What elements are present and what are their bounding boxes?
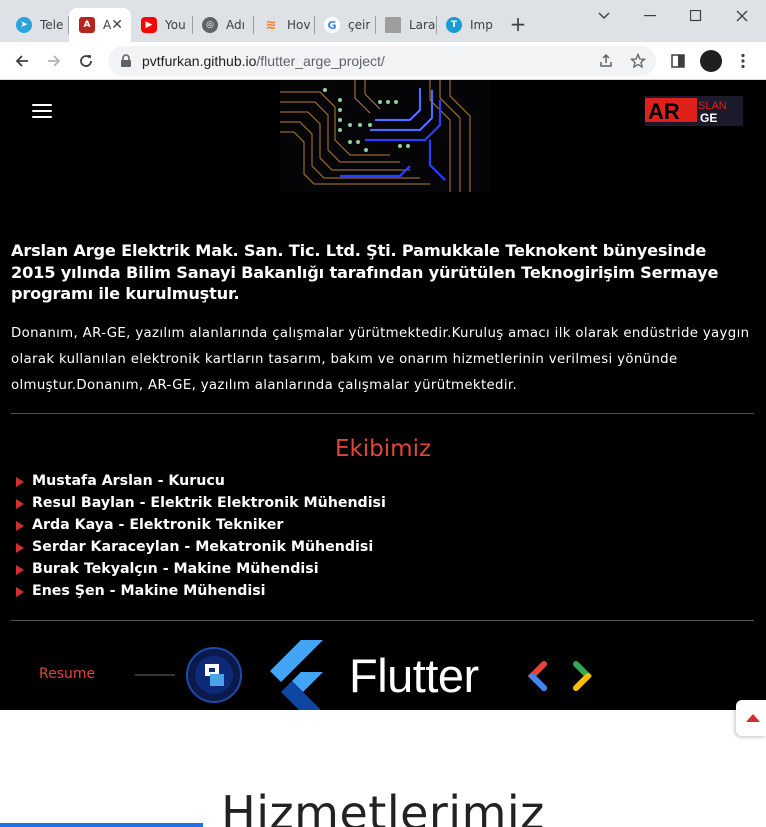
tab-arslan-arge[interactable]: A A ✕ [69, 8, 131, 42]
tab-label: Adı [226, 18, 245, 32]
bookmark-star-icon[interactable] [629, 52, 647, 73]
bullet-arrow-icon [16, 587, 24, 597]
globe-icon: ◎ [202, 17, 218, 33]
services-section-title: Hizmetlerimiz [221, 786, 545, 827]
youtube-icon: ▶ [141, 17, 157, 33]
tab-tp[interactable]: T Imp [436, 8, 496, 42]
profile-avatar[interactable] [700, 50, 722, 72]
tab-youtube[interactable]: ▶ You [131, 8, 191, 42]
university-seal-icon [186, 647, 242, 703]
tab-telegram[interactable]: ➤ Tele [6, 8, 68, 42]
side-panel-icon[interactable] [666, 49, 690, 73]
close-window-icon[interactable] [728, 4, 756, 28]
tab-label: A [103, 18, 112, 32]
share-icon[interactable] [598, 53, 614, 73]
team-member: Arda Kaya - Elektronik Tekniker [16, 515, 386, 537]
divider [11, 620, 754, 621]
team-member: Serdar Karaceylan - Mekatronik Mühendisi [16, 537, 386, 559]
logo-bottom-text: GE [700, 111, 717, 125]
url-path: /flutter_arge_project/ [256, 53, 385, 69]
tab-label: Imp [470, 18, 493, 32]
minimize-icon[interactable] [636, 4, 664, 28]
bullet-arrow-icon [16, 521, 24, 531]
new-tab-button[interactable]: + [507, 12, 529, 36]
tab-stackoverflow[interactable]: ≋ Hov [253, 8, 313, 42]
tab-label: Lara [409, 18, 435, 32]
tp-icon: T [446, 17, 462, 33]
stackoverflow-icon: ≋ [265, 17, 277, 33]
scroll-to-top-button[interactable] [736, 700, 766, 736]
hamburger-menu-icon[interactable] [32, 104, 52, 118]
tab-label: Tele [40, 18, 64, 32]
circuit-board-image [280, 80, 490, 192]
team-list: Mustafa Arslan - Kurucu Resul Baylan - E… [16, 471, 386, 603]
bullet-arrow-icon [16, 477, 24, 487]
logo-prefix: AR [648, 99, 680, 124]
team-member: Resul Baylan - Elektrik Elektronik Mühen… [16, 493, 386, 515]
bullet-arrow-icon [16, 565, 24, 575]
kebab-menu-icon[interactable] [731, 49, 755, 73]
tab-search-chevron-icon[interactable] [590, 4, 618, 28]
flutter-logo-icon [270, 640, 323, 710]
tab-label: çeir [348, 18, 371, 32]
tab-google[interactable]: G çeir [314, 8, 374, 42]
close-tab-icon[interactable]: ✕ [111, 17, 123, 33]
resume-link[interactable]: Resume [39, 666, 95, 682]
url-host: pvtfurkan.github.io [142, 53, 257, 69]
divider [11, 413, 754, 414]
separator-line [135, 674, 175, 676]
page-loading-bar [0, 823, 203, 827]
tab-label: Hov [287, 18, 311, 32]
address-bar[interactable]: pvtfurkan.github.io/flutter_arge_project… [108, 46, 656, 76]
tab-strip: ➤ Tele A A ✕ ▶ You ◎ Adı ≋ Hov G çeir La… [0, 0, 766, 42]
tab-globe[interactable]: ◎ Adı [192, 8, 252, 42]
arslan-arge-icon: A [79, 17, 95, 33]
intro-paragraph: Donanım, AR-GE, yazılım alanlarında çalı… [11, 326, 750, 393]
reload-icon[interactable] [74, 49, 98, 73]
team-member: Mustafa Arslan - Kurucu [16, 471, 386, 493]
up-arrow-icon [746, 714, 760, 722]
bullet-arrow-icon [16, 543, 24, 553]
back-arrow-icon[interactable] [10, 49, 34, 73]
about-section: AR SLAN GE Arslan Arge Elektrik Mak. San… [0, 80, 766, 710]
lock-icon[interactable] [120, 53, 132, 72]
forward-arrow-icon[interactable] [42, 49, 66, 73]
google-developers-icon [528, 661, 592, 691]
arslan-arge-logo: AR SLAN GE [645, 96, 743, 126]
bullet-arrow-icon [16, 499, 24, 509]
web-page: AR SLAN GE Arslan Arge Elektrik Mak. San… [0, 80, 766, 827]
maximize-icon[interactable] [682, 4, 710, 28]
browser-toolbar: pvtfurkan.github.io/flutter_arge_project… [0, 42, 766, 80]
tab-laravel[interactable]: Lara [375, 8, 435, 42]
intro-heading: Arslan Arge Elektrik Mak. San. Tic. Ltd.… [11, 241, 719, 303]
telegram-icon: ➤ [16, 17, 32, 33]
tab-label: You [165, 18, 186, 32]
team-member: Enes Şen - Makine Mühendisi [16, 581, 386, 603]
team-member: Burak Tekyalçın - Makine Mühendisi [16, 559, 386, 581]
google-icon: G [324, 17, 340, 33]
flutter-wordmark: Flutter [349, 649, 479, 702]
url-text: pvtfurkan.github.io/flutter_arge_project… [142, 53, 385, 69]
team-section-title: Ekibimiz [334, 436, 432, 462]
laravel-thumbnail-icon [385, 17, 401, 33]
